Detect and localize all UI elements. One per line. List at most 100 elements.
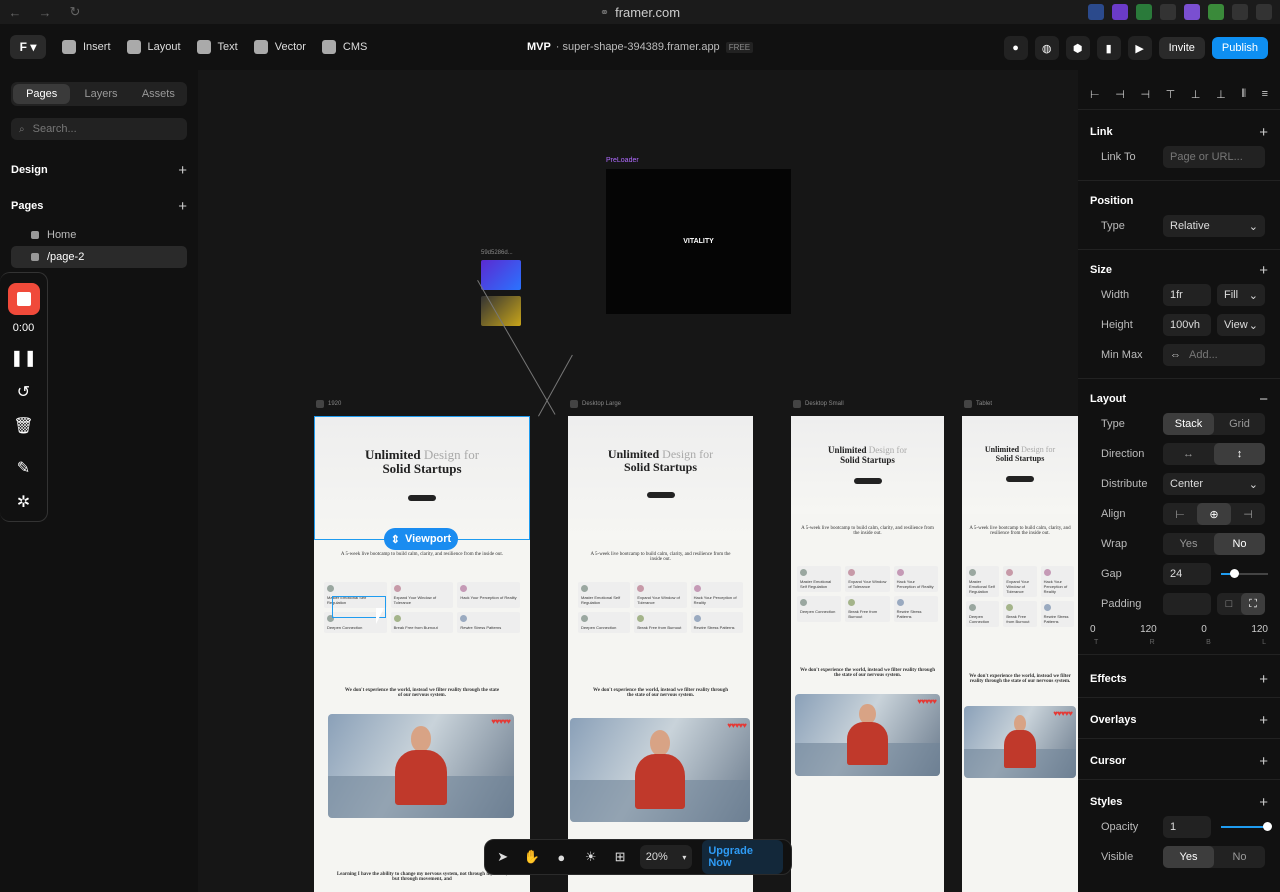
visible-yes-option[interactable]: Yes bbox=[1163, 846, 1214, 868]
distribute-vertical-icon[interactable]: ≡ bbox=[1262, 88, 1268, 101]
layout-button[interactable]: Layout bbox=[126, 39, 181, 54]
frame-tablet[interactable]: Unlimited Design for Solid Startups A 5-w… bbox=[962, 416, 1078, 892]
play-icon[interactable]: ▶ bbox=[1127, 36, 1152, 60]
extension-icon[interactable] bbox=[1160, 4, 1176, 20]
padding-input[interactable] bbox=[1163, 593, 1211, 615]
lock-icon[interactable]: ● bbox=[1003, 36, 1028, 60]
tab-pages[interactable]: Pages bbox=[13, 84, 71, 104]
grid-option[interactable]: Grid bbox=[1214, 413, 1265, 435]
remove-icon[interactable]: − bbox=[1259, 391, 1268, 408]
frame-desktop-small[interactable]: Unlimited Design for Solid Startups A 5-w… bbox=[791, 416, 944, 892]
pen-icon[interactable]: ✎ bbox=[17, 458, 30, 478]
invite-button[interactable]: Invite bbox=[1158, 37, 1205, 59]
add-icon[interactable]: + bbox=[1259, 712, 1268, 729]
search-input[interactable]: ⌕ Search... bbox=[11, 118, 187, 140]
preloader-frame[interactable]: VITALITY bbox=[606, 169, 791, 314]
tab-assets[interactable]: Assets bbox=[130, 82, 187, 106]
align-top-icon[interactable]: ⊤ bbox=[1166, 88, 1176, 101]
frame-desktop-large[interactable]: Unlimited Design for Solid Startups A 5-w… bbox=[568, 416, 753, 892]
uniform-padding-icon[interactable]: □ bbox=[1217, 593, 1241, 615]
frame-label-desktop-small[interactable]: Desktop Small bbox=[793, 400, 844, 408]
grid-icon[interactable]: ⊞ bbox=[610, 847, 629, 867]
gap-slider[interactable] bbox=[1221, 569, 1268, 578]
select-tool-icon[interactable]: ➤ bbox=[493, 847, 512, 867]
window-icon[interactable] bbox=[1256, 4, 1272, 20]
width-input[interactable]: 1fr bbox=[1163, 284, 1211, 306]
add-icon[interactable]: + bbox=[1259, 794, 1268, 811]
preloader-frame-label[interactable]: PreLoader bbox=[606, 157, 639, 164]
wrap-no-option[interactable]: No bbox=[1214, 533, 1265, 555]
pause-icon[interactable]: ❚❚ bbox=[10, 348, 37, 368]
design-section[interactable]: Design + bbox=[11, 152, 187, 188]
minmax-input[interactable]: ⇔ Add... bbox=[1163, 344, 1265, 366]
extension-icon[interactable] bbox=[1136, 4, 1152, 20]
effects-section[interactable]: Effects + bbox=[1090, 669, 1268, 689]
pages-section[interactable]: Pages + bbox=[11, 188, 187, 224]
opacity-slider[interactable] bbox=[1221, 822, 1272, 831]
padding-top-value[interactable]: 0 bbox=[1090, 624, 1096, 635]
page-item-page-2[interactable]: /page-2 bbox=[11, 246, 187, 268]
wrap-yes-option[interactable]: Yes bbox=[1163, 533, 1214, 555]
padding-bottom-value[interactable]: 0 bbox=[1201, 624, 1207, 635]
height-mode-select[interactable]: View ⌄ bbox=[1217, 314, 1265, 336]
add-page-icon[interactable]: + bbox=[178, 198, 187, 215]
styles-section[interactable]: Styles + bbox=[1090, 792, 1268, 812]
extension-icon[interactable] bbox=[1208, 4, 1224, 20]
align-start-icon[interactable]: ⊢ bbox=[1163, 503, 1197, 525]
publish-button[interactable]: Publish bbox=[1211, 37, 1268, 59]
padding-right-value[interactable]: 120 bbox=[1140, 624, 1157, 635]
tab-layers[interactable]: Layers bbox=[72, 82, 129, 106]
insert-button[interactable]: Insert bbox=[62, 39, 111, 54]
horizontal-direction-icon[interactable]: ↔ bbox=[1163, 443, 1214, 465]
hand-tool-icon[interactable]: ✋ bbox=[522, 847, 541, 867]
add-icon[interactable]: + bbox=[1259, 753, 1268, 770]
slider-knob[interactable] bbox=[1230, 569, 1240, 578]
globe-icon[interactable]: ◍ bbox=[1034, 36, 1059, 60]
extension-icon[interactable] bbox=[1112, 4, 1128, 20]
gap-input[interactable]: 24 bbox=[1163, 563, 1211, 585]
height-input[interactable]: 100vh bbox=[1163, 314, 1211, 336]
text-button[interactable]: Text bbox=[196, 39, 238, 54]
add-icon[interactable]: + bbox=[1259, 262, 1268, 279]
component-thumbnail[interactable] bbox=[481, 260, 521, 290]
vector-button[interactable]: Vector bbox=[253, 39, 306, 54]
padding-left-value[interactable]: 120 bbox=[1251, 624, 1268, 635]
add-icon[interactable]: + bbox=[1259, 124, 1268, 141]
design-canvas[interactable]: PreLoader VITALITY 59d5286d... 1920 Unli… bbox=[198, 70, 1078, 892]
slider-knob[interactable] bbox=[1263, 822, 1272, 831]
reload-icon[interactable]: ↻ bbox=[60, 4, 90, 20]
cursor-section[interactable]: Cursor + bbox=[1090, 751, 1268, 771]
position-type-select[interactable]: Relative ⌄ bbox=[1163, 215, 1265, 237]
add-icon[interactable]: + bbox=[178, 162, 187, 179]
add-icon[interactable]: + bbox=[1259, 671, 1268, 688]
settings-icon[interactable]: ⬢ bbox=[1065, 36, 1090, 60]
align-end-icon[interactable]: ⊣ bbox=[1231, 503, 1265, 525]
frame-label-tablet[interactable]: Tablet bbox=[964, 400, 992, 408]
comment-icon[interactable]: ● bbox=[552, 847, 571, 867]
analytics-icon[interactable]: ▮ bbox=[1096, 36, 1121, 60]
stack-option[interactable]: Stack bbox=[1163, 413, 1214, 435]
settings-icon[interactable]: ✲ bbox=[17, 492, 30, 512]
zoom-select[interactable]: 20% ▾ bbox=[639, 845, 693, 869]
width-mode-select[interactable]: Fill ⌄ bbox=[1217, 284, 1265, 306]
theme-icon[interactable]: ☀ bbox=[581, 847, 600, 867]
restart-icon[interactable]: ↺ bbox=[17, 382, 30, 402]
frame-label-desktop-large[interactable]: Desktop Large bbox=[570, 400, 621, 408]
distribute-select[interactable]: Center ⌄ bbox=[1163, 473, 1265, 495]
forward-icon[interactable]: → bbox=[30, 5, 60, 20]
back-icon[interactable]: ← bbox=[0, 5, 30, 20]
individual-padding-icon[interactable]: ⛶ bbox=[1241, 593, 1265, 615]
distribute-horizontal-icon[interactable]: ⫴ bbox=[1241, 88, 1246, 101]
component-label[interactable]: 59d5286d... bbox=[481, 250, 513, 256]
upgrade-button[interactable]: Upgrade Now bbox=[702, 840, 783, 874]
extension-icon[interactable] bbox=[1088, 4, 1104, 20]
align-left-icon[interactable]: ⊢ bbox=[1090, 88, 1100, 101]
align-bottom-icon[interactable]: ⊥ bbox=[1216, 88, 1226, 101]
cms-button[interactable]: CMS bbox=[321, 39, 367, 54]
link-input[interactable]: Page or URL... bbox=[1163, 146, 1265, 168]
stop-recording-button[interactable] bbox=[7, 283, 40, 315]
visible-no-option[interactable]: No bbox=[1214, 846, 1265, 868]
trash-icon[interactable]: 🗑 bbox=[13, 416, 33, 436]
sidebar-toggle-icon[interactable] bbox=[1232, 4, 1248, 20]
align-center-icon[interactable]: ⊣ bbox=[1115, 88, 1125, 101]
